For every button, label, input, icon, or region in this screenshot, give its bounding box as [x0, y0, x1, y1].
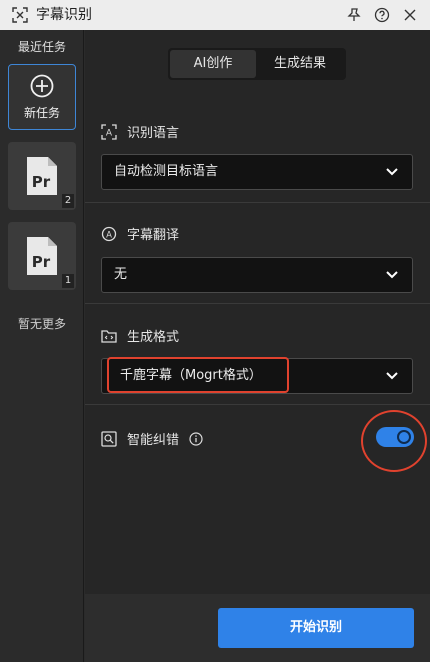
format-folder-icon — [101, 329, 117, 343]
task-card[interactable]: Pr 2 — [8, 142, 76, 210]
window-title: 字幕识别 — [36, 7, 92, 23]
format-label: 生成格式 — [127, 330, 180, 345]
pin-button[interactable] — [344, 5, 364, 25]
divider — [85, 202, 430, 203]
task-badge: 2 — [62, 194, 74, 208]
tab-results[interactable]: 生成结果 — [256, 50, 344, 78]
chevron-down-icon — [386, 372, 398, 380]
divider — [85, 303, 430, 304]
new-task-label: 新任务 — [23, 105, 60, 120]
footer-bar: 开始识别 — [85, 594, 430, 662]
format-heading: 生成格式 — [101, 326, 179, 345]
no-more-text: 暂无更多 — [17, 317, 66, 331]
task-card[interactable]: Pr 1 — [8, 222, 76, 290]
close-button[interactable] — [400, 5, 420, 25]
main-panel: AI创作 生成结果 A 识别语言 自动检测目标语言 A 字幕翻译 无 生成格式 — [85, 30, 430, 662]
tab-ai-create[interactable]: AI创作 — [170, 50, 256, 78]
divider — [85, 404, 430, 405]
sidebar: 最近任务 新任务 Pr 2 Pr 1 暂无更多 — [0, 30, 84, 662]
language-value: 自动检测目标语言 — [114, 164, 219, 179]
chevron-down-icon — [386, 168, 398, 176]
language-label: 识别语言 — [127, 126, 180, 141]
translation-select[interactable]: 无 — [101, 257, 413, 293]
help-button[interactable] — [372, 5, 392, 25]
smart-correction-heading: 智能纠错 — [101, 429, 203, 448]
translation-label: 字幕翻译 — [127, 228, 180, 243]
close-icon — [404, 9, 416, 21]
task-file-type: Pr — [32, 253, 51, 271]
help-icon — [374, 7, 390, 23]
sidebar-title: 最近任务 — [17, 40, 66, 54]
translation-value: 无 — [114, 267, 128, 282]
language-select[interactable]: 自动检测目标语言 — [101, 154, 413, 190]
format-value-highlight — [107, 357, 289, 393]
translation-heading: A 字幕翻译 — [101, 224, 179, 243]
add-circle-icon — [30, 74, 54, 97]
smart-correction-label: 智能纠错 — [127, 433, 180, 448]
new-task-button[interactable]: 新任务 — [8, 64, 76, 130]
start-recognition-button[interactable]: 开始识别 — [218, 608, 414, 648]
svg-text:A: A — [106, 230, 112, 240]
tab-bar: AI创作 生成结果 — [168, 48, 346, 80]
svg-text:A: A — [106, 128, 113, 138]
info-icon[interactable] — [189, 431, 203, 446]
pin-icon — [347, 8, 361, 21]
premiere-file-icon: Pr — [27, 237, 57, 275]
language-detect-icon: A — [101, 123, 117, 140]
task-badge: 1 — [62, 274, 74, 288]
task-file-type: Pr — [32, 173, 51, 191]
language-heading: A 识别语言 — [101, 122, 179, 141]
chevron-down-icon — [386, 271, 398, 279]
premiere-file-icon: Pr — [27, 157, 57, 195]
toggle-highlight — [361, 410, 427, 472]
title-bar: 字幕识别 — [0, 0, 430, 30]
smart-check-icon — [101, 430, 117, 447]
translate-icon: A — [101, 226, 117, 241]
caption-scan-icon — [12, 7, 28, 23]
